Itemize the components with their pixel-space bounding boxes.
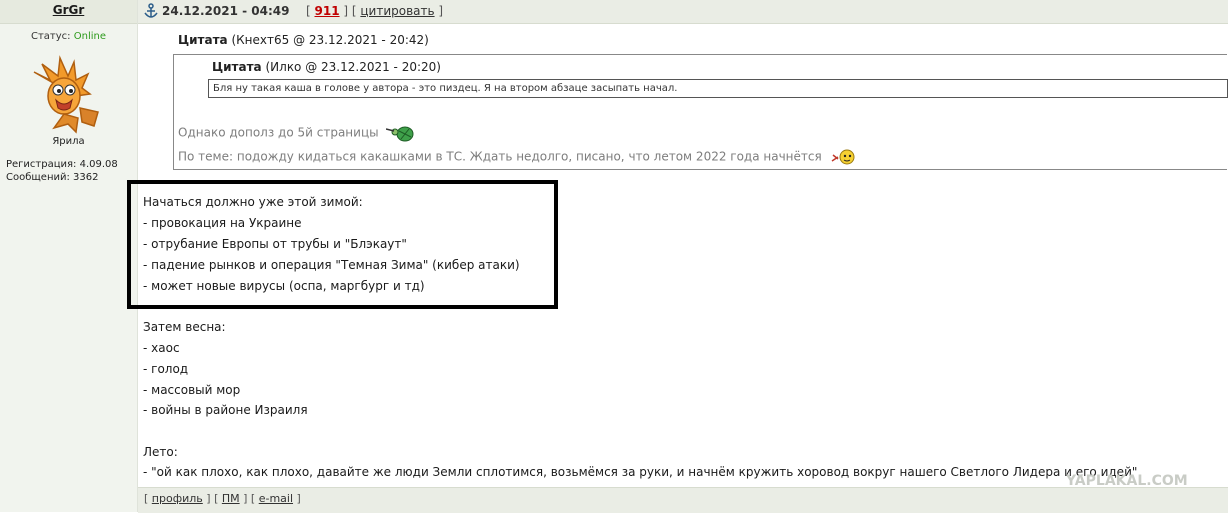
spring-line-2: - хаос	[143, 341, 180, 355]
outer-quote-header: Цитата (Кнехт65 @ 23.12.2021 - 20:42)	[178, 33, 429, 47]
post-header: 24.12.2021 - 04:49 [ 911 ] [ цитировать …	[138, 0, 1228, 24]
quote-line-2: По теме: подожду кидаться какашками в ТС…	[178, 147, 858, 167]
anchor-icon[interactable]	[144, 3, 158, 19]
post-actions: [ 911 ] [ цитировать ]	[306, 4, 444, 18]
pm-link[interactable]: ПМ	[222, 492, 240, 505]
status-label: Статус:	[31, 31, 71, 42]
box-line-3: - отрубание Европы от трубы и "Блэкаут"	[143, 237, 407, 251]
turtle-smiley-icon	[386, 126, 414, 142]
quote-author: (Кнехт65 @ 23.12.2021 - 20:42)	[231, 33, 429, 47]
user-title: Ярила	[52, 136, 85, 147]
box-line-4: - падение рынков и операция "Темная Зима…	[143, 258, 520, 272]
inner-quote-author: (Илко @ 23.12.2021 - 20:20)	[265, 60, 441, 74]
inner-quote-text: Бля ну такая каша в голове у автора - эт…	[208, 79, 1228, 98]
avatar	[33, 55, 99, 134]
spring-line-5: - войны в районе Израиля	[143, 403, 308, 417]
quote-link[interactable]: цитировать	[360, 4, 434, 18]
quote-line-1: Однако дополз до 5й страницы	[178, 123, 416, 143]
inner-quote-header: Цитата (Илко @ 23.12.2021 - 20:20)	[212, 60, 441, 74]
dog-smiley-icon	[831, 149, 855, 165]
quote-line-1-text: Однако дополз до 5й страницы	[178, 125, 379, 140]
user-panel: GrGr Статус: Online Ярила Регистрация: 4…	[0, 0, 138, 512]
registration-date: Регистрация: 4.09.08	[6, 159, 118, 170]
box-line-1: Начаться должно уже этой зимой:	[143, 195, 363, 209]
box-line-5: - может новые вирусы (оспа, маргбург и т…	[143, 279, 425, 293]
user-stats: Регистрация: 4.09.08 Сообщений: 3362	[6, 158, 118, 184]
post-number-link[interactable]: 911	[315, 4, 340, 18]
spring-line-4: - массовый мор	[143, 383, 241, 397]
email-link[interactable]: e-mail	[259, 492, 293, 505]
status-value: Online	[73, 31, 106, 42]
inner-quote-label: Цитата	[212, 60, 262, 74]
quote-label: Цитата	[178, 33, 228, 47]
spring-line-1: Затем весна:	[143, 320, 226, 334]
footer-links: [ профиль ] [ ПМ ] [ e-mail ]	[144, 492, 301, 505]
post-footer: [ профиль ] [ ПМ ] [ e-mail ]	[138, 487, 1228, 513]
post-date: 24.12.2021 - 04:49	[162, 4, 290, 18]
username-link[interactable]: GrGr	[0, 3, 137, 17]
box-line-2: - провокация на Украине	[143, 216, 302, 230]
summer-line-2: - "ой как плохо, как плохо, давайте же л…	[143, 465, 1138, 479]
user-status: Статус: Online	[0, 31, 137, 42]
profile-link[interactable]: профиль	[152, 492, 203, 505]
spring-line-3: - голод	[143, 362, 189, 376]
message-count: Сообщений: 3362	[6, 172, 99, 183]
quote-line-2-text: По теме: подожду кидаться какашками в ТС…	[178, 149, 822, 164]
summer-line-1: Лето:	[143, 445, 178, 459]
